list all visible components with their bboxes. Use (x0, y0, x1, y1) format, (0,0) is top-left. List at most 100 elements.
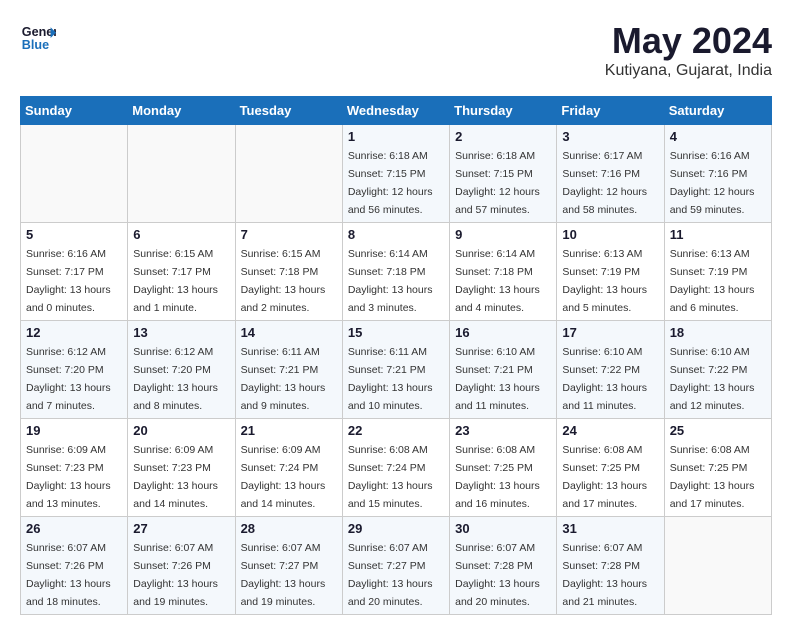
day-number: 10 (562, 227, 658, 242)
header-thursday: Thursday (450, 97, 557, 125)
table-row: 4 Sunrise: 6:16 AMSunset: 7:16 PMDayligh… (664, 125, 771, 223)
cell-info: Sunrise: 6:08 AMSunset: 7:25 PMDaylight:… (670, 444, 755, 510)
header-monday: Monday (128, 97, 235, 125)
day-number: 24 (562, 423, 658, 438)
table-row: 1 Sunrise: 6:18 AMSunset: 7:15 PMDayligh… (342, 125, 449, 223)
day-number: 12 (26, 325, 122, 340)
cell-info: Sunrise: 6:08 AMSunset: 7:24 PMDaylight:… (348, 444, 433, 510)
day-number: 17 (562, 325, 658, 340)
table-row: 13 Sunrise: 6:12 AMSunset: 7:20 PMDaylig… (128, 321, 235, 419)
table-row: 10 Sunrise: 6:13 AMSunset: 7:19 PMDaylig… (557, 223, 664, 321)
header-friday: Friday (557, 97, 664, 125)
table-row: 14 Sunrise: 6:11 AMSunset: 7:21 PMDaylig… (235, 321, 342, 419)
table-row (664, 517, 771, 615)
table-row: 3 Sunrise: 6:17 AMSunset: 7:16 PMDayligh… (557, 125, 664, 223)
day-number: 27 (133, 521, 229, 536)
header-sunday: Sunday (21, 97, 128, 125)
cell-info: Sunrise: 6:18 AMSunset: 7:15 PMDaylight:… (455, 150, 540, 216)
table-row (21, 125, 128, 223)
table-row: 17 Sunrise: 6:10 AMSunset: 7:22 PMDaylig… (557, 321, 664, 419)
day-number: 16 (455, 325, 551, 340)
table-row: 9 Sunrise: 6:14 AMSunset: 7:18 PMDayligh… (450, 223, 557, 321)
table-row: 16 Sunrise: 6:10 AMSunset: 7:21 PMDaylig… (450, 321, 557, 419)
day-number: 14 (241, 325, 337, 340)
day-number: 30 (455, 521, 551, 536)
cell-info: Sunrise: 6:18 AMSunset: 7:15 PMDaylight:… (348, 150, 433, 216)
table-row: 18 Sunrise: 6:10 AMSunset: 7:22 PMDaylig… (664, 321, 771, 419)
cell-info: Sunrise: 6:09 AMSunset: 7:24 PMDaylight:… (241, 444, 326, 510)
day-number: 20 (133, 423, 229, 438)
cell-info: Sunrise: 6:13 AMSunset: 7:19 PMDaylight:… (562, 248, 647, 314)
day-number: 15 (348, 325, 444, 340)
logo-icon: General Blue (20, 20, 56, 56)
calendar-week-row: 5 Sunrise: 6:16 AMSunset: 7:17 PMDayligh… (21, 223, 772, 321)
table-row: 5 Sunrise: 6:16 AMSunset: 7:17 PMDayligh… (21, 223, 128, 321)
weekday-header-row: Sunday Monday Tuesday Wednesday Thursday… (21, 97, 772, 125)
day-number: 23 (455, 423, 551, 438)
table-row: 6 Sunrise: 6:15 AMSunset: 7:17 PMDayligh… (128, 223, 235, 321)
page-header: General Blue May 2024 Kutiyana, Gujarat,… (20, 20, 772, 80)
cell-info: Sunrise: 6:12 AMSunset: 7:20 PMDaylight:… (133, 346, 218, 412)
title-block: May 2024 Kutiyana, Gujarat, India (605, 20, 772, 80)
table-row: 30 Sunrise: 6:07 AMSunset: 7:28 PMDaylig… (450, 517, 557, 615)
day-number: 13 (133, 325, 229, 340)
cell-info: Sunrise: 6:11 AMSunset: 7:21 PMDaylight:… (348, 346, 433, 412)
cell-info: Sunrise: 6:07 AMSunset: 7:27 PMDaylight:… (348, 542, 433, 608)
cell-info: Sunrise: 6:08 AMSunset: 7:25 PMDaylight:… (562, 444, 647, 510)
table-row: 2 Sunrise: 6:18 AMSunset: 7:15 PMDayligh… (450, 125, 557, 223)
day-number: 5 (26, 227, 122, 242)
table-row: 28 Sunrise: 6:07 AMSunset: 7:27 PMDaylig… (235, 517, 342, 615)
cell-info: Sunrise: 6:09 AMSunset: 7:23 PMDaylight:… (26, 444, 111, 510)
table-row: 11 Sunrise: 6:13 AMSunset: 7:19 PMDaylig… (664, 223, 771, 321)
day-number: 9 (455, 227, 551, 242)
cell-info: Sunrise: 6:10 AMSunset: 7:22 PMDaylight:… (562, 346, 647, 412)
calendar-table: Sunday Monday Tuesday Wednesday Thursday… (20, 96, 772, 615)
day-number: 28 (241, 521, 337, 536)
cell-info: Sunrise: 6:07 AMSunset: 7:26 PMDaylight:… (26, 542, 111, 608)
table-row: 26 Sunrise: 6:07 AMSunset: 7:26 PMDaylig… (21, 517, 128, 615)
day-number: 22 (348, 423, 444, 438)
day-number: 8 (348, 227, 444, 242)
day-number: 1 (348, 129, 444, 144)
calendar-subtitle: Kutiyana, Gujarat, India (605, 62, 772, 80)
cell-info: Sunrise: 6:17 AMSunset: 7:16 PMDaylight:… (562, 150, 647, 216)
svg-text:Blue: Blue (22, 38, 49, 52)
header-wednesday: Wednesday (342, 97, 449, 125)
cell-info: Sunrise: 6:14 AMSunset: 7:18 PMDaylight:… (348, 248, 433, 314)
day-number: 29 (348, 521, 444, 536)
table-row: 29 Sunrise: 6:07 AMSunset: 7:27 PMDaylig… (342, 517, 449, 615)
calendar-week-row: 12 Sunrise: 6:12 AMSunset: 7:20 PMDaylig… (21, 321, 772, 419)
cell-info: Sunrise: 6:10 AMSunset: 7:21 PMDaylight:… (455, 346, 540, 412)
header-saturday: Saturday (664, 97, 771, 125)
cell-info: Sunrise: 6:07 AMSunset: 7:26 PMDaylight:… (133, 542, 218, 608)
table-row: 27 Sunrise: 6:07 AMSunset: 7:26 PMDaylig… (128, 517, 235, 615)
table-row: 8 Sunrise: 6:14 AMSunset: 7:18 PMDayligh… (342, 223, 449, 321)
calendar-week-row: 26 Sunrise: 6:07 AMSunset: 7:26 PMDaylig… (21, 517, 772, 615)
day-number: 26 (26, 521, 122, 536)
table-row (235, 125, 342, 223)
calendar-title: May 2024 (605, 20, 772, 62)
day-number: 31 (562, 521, 658, 536)
logo: General Blue (20, 20, 56, 56)
calendar-week-row: 19 Sunrise: 6:09 AMSunset: 7:23 PMDaylig… (21, 419, 772, 517)
day-number: 2 (455, 129, 551, 144)
table-row: 12 Sunrise: 6:12 AMSunset: 7:20 PMDaylig… (21, 321, 128, 419)
day-number: 3 (562, 129, 658, 144)
cell-info: Sunrise: 6:13 AMSunset: 7:19 PMDaylight:… (670, 248, 755, 314)
cell-info: Sunrise: 6:15 AMSunset: 7:17 PMDaylight:… (133, 248, 218, 314)
day-number: 21 (241, 423, 337, 438)
day-number: 19 (26, 423, 122, 438)
table-row: 21 Sunrise: 6:09 AMSunset: 7:24 PMDaylig… (235, 419, 342, 517)
day-number: 11 (670, 227, 766, 242)
table-row: 22 Sunrise: 6:08 AMSunset: 7:24 PMDaylig… (342, 419, 449, 517)
day-number: 25 (670, 423, 766, 438)
table-row: 7 Sunrise: 6:15 AMSunset: 7:18 PMDayligh… (235, 223, 342, 321)
cell-info: Sunrise: 6:07 AMSunset: 7:28 PMDaylight:… (562, 542, 647, 608)
calendar-week-row: 1 Sunrise: 6:18 AMSunset: 7:15 PMDayligh… (21, 125, 772, 223)
cell-info: Sunrise: 6:07 AMSunset: 7:27 PMDaylight:… (241, 542, 326, 608)
day-number: 18 (670, 325, 766, 340)
cell-info: Sunrise: 6:12 AMSunset: 7:20 PMDaylight:… (26, 346, 111, 412)
cell-info: Sunrise: 6:11 AMSunset: 7:21 PMDaylight:… (241, 346, 326, 412)
cell-info: Sunrise: 6:07 AMSunset: 7:28 PMDaylight:… (455, 542, 540, 608)
day-number: 7 (241, 227, 337, 242)
